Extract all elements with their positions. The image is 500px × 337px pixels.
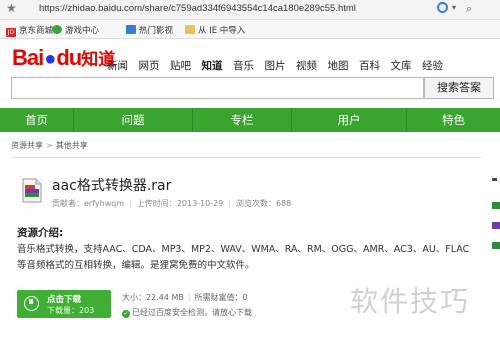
nav-link-map[interactable]: 地图 bbox=[328, 60, 349, 72]
paw-icon: ● bbox=[44, 48, 56, 70]
folder-icon bbox=[185, 25, 195, 34]
jd-icon: JD bbox=[6, 28, 16, 37]
bookmark-jd[interactable]: JD 京东商城 bbox=[6, 24, 53, 37]
search-input[interactable] bbox=[11, 77, 424, 99]
rar-file-icon[interactable] bbox=[492, 202, 500, 209]
safety-notice: ✓ 已经过百度安全检测，请放心下载 bbox=[122, 308, 252, 318]
breadcrumb: 资源共享 > 其他共享 bbox=[11, 140, 88, 151]
download-button-label: 点击下载 bbox=[47, 295, 82, 305]
download-meta: 大小：22.44 MB | 所需财富值：0 bbox=[122, 293, 248, 302]
bookmarks-bar: JD 京东商城 游戏中心 热门影视 从 IE 中导入 bbox=[0, 20, 500, 39]
watermark: 软件技巧 bbox=[350, 285, 471, 318]
rar-file-icon[interactable] bbox=[492, 242, 500, 249]
file-size: 22.44 MB bbox=[146, 293, 184, 302]
bookmark-games[interactable]: 游戏中心 bbox=[52, 24, 99, 36]
bookmark-video[interactable]: 热门影视 bbox=[126, 24, 173, 36]
search-icon[interactable]: ⌕ bbox=[466, 2, 472, 16]
nav-link-zhidao[interactable]: 知道 bbox=[202, 60, 223, 72]
uploader-link[interactable]: erfyhwqm bbox=[84, 199, 124, 208]
download-count: 下载量：203 bbox=[47, 306, 95, 315]
intro-body: 音乐格式转换，支持AAC、CDA、MP3、MP2、WAV、WMA、RA、RM、O… bbox=[17, 244, 470, 271]
address-bar: ★ https://zhidao.baidu.com/share/c759ad3… bbox=[0, 0, 500, 20]
game-icon bbox=[52, 25, 62, 34]
url-field[interactable]: https://zhidao.baidu.com/share/c759ad334… bbox=[39, 3, 356, 14]
nav-link-video[interactable]: 视频 bbox=[296, 60, 317, 72]
top-nav: 新闻 网页 贴吧 知道 音乐 图片 视频 地图 百科 文库 经验 bbox=[107, 58, 454, 73]
chevron-down-icon[interactable]: ▾ bbox=[452, 3, 456, 12]
nav-link-tieba[interactable]: 贴吧 bbox=[170, 60, 191, 72]
right-sidebar-partial bbox=[492, 170, 500, 250]
baidu-zhidao-logo[interactable]: Bai●du知道 bbox=[12, 45, 115, 71]
tab-questions[interactable]: 问题 bbox=[74, 108, 192, 132]
star-icon[interactable]: ★ bbox=[6, 1, 17, 15]
nav-link-music[interactable]: 音乐 bbox=[233, 60, 254, 72]
breadcrumb-other-share[interactable]: 其他共享 bbox=[56, 141, 88, 150]
tab-home[interactable]: 首页 bbox=[0, 108, 73, 132]
file-title: aac格式转换器.rar bbox=[52, 178, 172, 194]
tab-columns[interactable]: 专栏 bbox=[193, 108, 291, 132]
intro-heading: 资源介绍: bbox=[17, 227, 64, 239]
tab-featured[interactable]: 特色 bbox=[407, 108, 500, 132]
check-shield-icon: ✓ bbox=[122, 310, 130, 318]
chevron-right-icon: > bbox=[46, 141, 53, 150]
file-meta: 贡献者：erfyhwqm | 上传时间：2013-10-29 | 浏览次数：688 bbox=[52, 199, 292, 208]
rar-file-icon[interactable] bbox=[492, 222, 500, 229]
nav-link-jingyan[interactable]: 经验 bbox=[422, 60, 443, 72]
bookmark-import-ie[interactable]: 从 IE 中导入 bbox=[185, 24, 245, 36]
download-button[interactable]: 点击下载 下载量：203 bbox=[17, 290, 111, 318]
download-icon bbox=[24, 296, 39, 311]
breadcrumb-resource-share[interactable]: 资源共享 bbox=[11, 141, 43, 150]
tab-users[interactable]: 用户 bbox=[292, 108, 406, 132]
video-icon bbox=[126, 25, 136, 34]
view-count: 688 bbox=[276, 199, 292, 208]
search-answers-button[interactable]: 搜索答案 bbox=[424, 77, 494, 99]
nav-link-baike[interactable]: 百科 bbox=[359, 60, 380, 72]
upload-time: 2013-10-29 bbox=[176, 199, 224, 208]
ie-icon[interactable] bbox=[437, 2, 448, 13]
nav-link-web[interactable]: 网页 bbox=[139, 60, 160, 72]
nav-link-images[interactable]: 图片 bbox=[265, 60, 286, 72]
divider bbox=[11, 157, 481, 158]
nav-link-news[interactable]: 新闻 bbox=[107, 60, 128, 72]
nav-link-wenku[interactable]: 文库 bbox=[391, 60, 412, 72]
sidebar-heading-fragment bbox=[492, 178, 497, 181]
rar-file-icon bbox=[22, 178, 42, 203]
category-nav: 首页 问题 专栏 用户 特色 bbox=[0, 108, 500, 132]
wealth-required: 0 bbox=[242, 293, 248, 302]
